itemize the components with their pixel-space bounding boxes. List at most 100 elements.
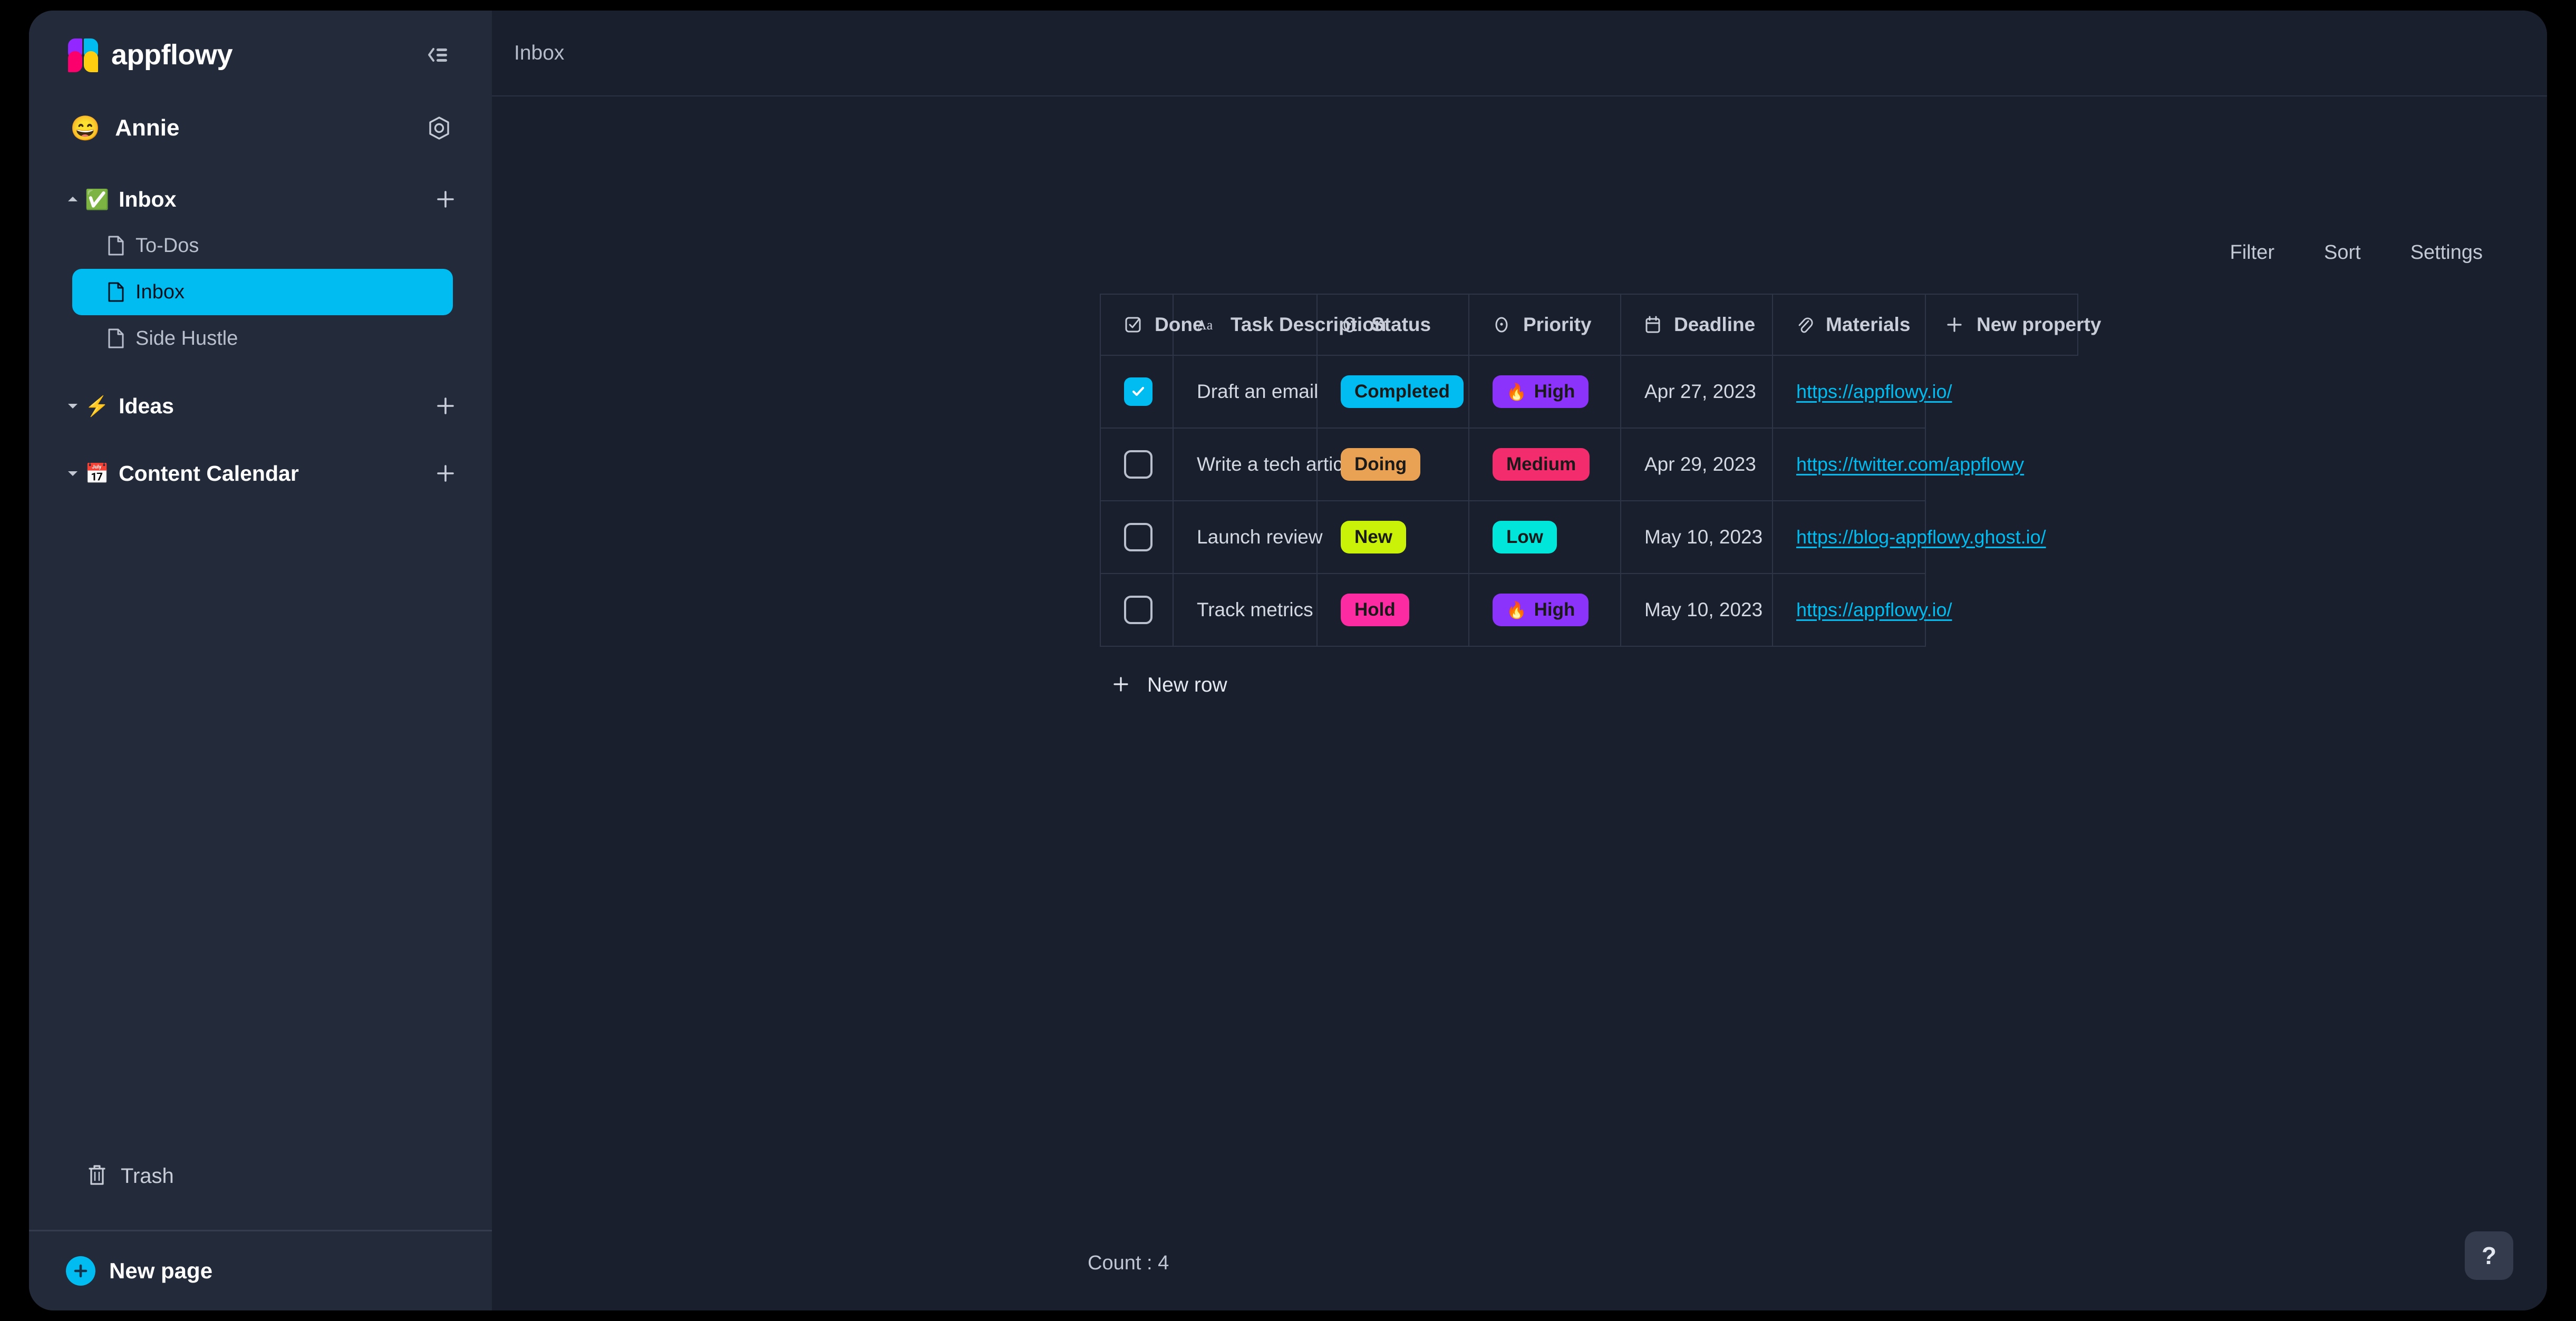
cell-done[interactable]: [1100, 574, 1174, 647]
cell-done[interactable]: [1100, 429, 1174, 501]
sidebar-item-inbox[interactable]: Inbox: [72, 269, 453, 315]
status-badge-label: Hold: [1354, 599, 1396, 620]
sidebar-item-label: Side Hustle: [135, 327, 238, 350]
group-emoji: ✅: [85, 190, 109, 209]
checkbox-unchecked-icon[interactable]: [1124, 523, 1153, 551]
table-row[interactable]: Launch review New Low May 10, 2023: [1100, 501, 2078, 574]
deadline-text: Apr 29, 2023: [1644, 453, 1756, 475]
chevron-down-icon[interactable]: [61, 401, 85, 411]
fire-icon: 🔥: [1506, 602, 1527, 618]
deadline-text: May 10, 2023: [1644, 526, 1762, 548]
single-select-icon: [1341, 316, 1359, 334]
help-button[interactable]: ?: [2465, 1231, 2513, 1280]
text-aa-icon: Aa: [1197, 317, 1218, 333]
cell-materials[interactable]: https://twitter.com/appflowy: [1773, 429, 1926, 501]
chevron-up-icon[interactable]: [61, 195, 85, 204]
cell-materials[interactable]: https://blog-appflowy.ghost.io/: [1773, 501, 1926, 574]
column-header-priority[interactable]: Priority: [1469, 294, 1621, 356]
checkbox-unchecked-icon[interactable]: [1124, 596, 1153, 624]
sidebar-nav: ✅ Inbox To-Dos: [29, 157, 492, 1148]
cell-deadline[interactable]: May 10, 2023: [1621, 501, 1773, 574]
new-property-button[interactable]: New property: [1926, 294, 2078, 356]
spacer: [29, 362, 492, 383]
calendar-icon: [1644, 315, 1661, 334]
sidebar-header: appflowy: [29, 11, 492, 99]
table-row[interactable]: Track metrics Hold 🔥 High M: [1100, 574, 2078, 647]
material-link[interactable]: https://twitter.com/appflowy: [1796, 453, 2024, 475]
group-label: Ideas: [119, 394, 431, 419]
cell-deadline[interactable]: Apr 27, 2023: [1621, 356, 1773, 429]
deadline-text: Apr 27, 2023: [1644, 381, 1756, 403]
column-header-materials[interactable]: Materials: [1773, 294, 1926, 356]
cell-deadline[interactable]: May 10, 2023: [1621, 574, 1773, 647]
status-badge-label: Doing: [1354, 454, 1407, 475]
sidebar-group-inbox[interactable]: ✅ Inbox: [29, 176, 492, 222]
material-link[interactable]: https://blog-appflowy.ghost.io/: [1796, 526, 2046, 548]
cell-done[interactable]: [1100, 356, 1174, 429]
cell-task-description[interactable]: Write a tech article: [1174, 429, 1318, 501]
grid-table: Done Aa Task Description: [1100, 294, 2078, 647]
add-page-icon[interactable]: [431, 184, 460, 214]
column-header-task-description[interactable]: Aa Task Description: [1174, 294, 1318, 356]
checkbox-checked-icon[interactable]: [1124, 377, 1153, 406]
sort-button[interactable]: Sort: [2324, 241, 2361, 264]
gear-icon[interactable]: [424, 113, 454, 143]
svg-text:Aa: Aa: [1197, 317, 1213, 333]
column-header-deadline[interactable]: Deadline: [1621, 294, 1773, 356]
cell-task-description[interactable]: Launch review: [1174, 501, 1318, 574]
cell-priority[interactable]: Low: [1469, 501, 1621, 574]
appflowy-logo-icon: [67, 38, 100, 71]
cell-status[interactable]: Hold: [1318, 574, 1469, 647]
column-header-done[interactable]: Done: [1100, 294, 1174, 356]
plus-icon: [1945, 315, 1964, 334]
column-header-status[interactable]: Status: [1318, 294, 1469, 356]
cell-task-description[interactable]: Track metrics: [1174, 574, 1318, 647]
settings-button[interactable]: Settings: [2410, 241, 2483, 264]
cell-done[interactable]: [1100, 501, 1174, 574]
breadcrumb[interactable]: Inbox: [514, 42, 564, 65]
grid-view: Filter Sort Settings Done: [492, 96, 2547, 1310]
checkbox-icon: [1124, 316, 1142, 334]
sidebar-group-ideas[interactable]: ⚡ Ideas: [29, 383, 492, 429]
filter-button[interactable]: Filter: [2230, 241, 2274, 264]
sidebar-item-trash[interactable]: Trash: [29, 1148, 492, 1205]
cell-status[interactable]: Doing: [1318, 429, 1469, 501]
new-page-button[interactable]: New page: [29, 1231, 492, 1310]
column-header-label: Status: [1371, 314, 1431, 336]
material-link[interactable]: https://appflowy.io/: [1796, 381, 1952, 403]
new-row-button[interactable]: New row: [1100, 668, 1240, 702]
sidebar-item-to-dos[interactable]: To-Dos: [72, 222, 453, 269]
table-row[interactable]: Draft an email Completed 🔥 High: [1100, 356, 2078, 429]
sidebar-item-side-hustle[interactable]: Side Hustle: [72, 315, 453, 362]
checkbox-unchecked-icon[interactable]: [1124, 450, 1153, 479]
priority-badge: 🔥 High: [1493, 375, 1589, 408]
cell-priority[interactable]: 🔥 High: [1469, 574, 1621, 647]
add-page-icon[interactable]: [431, 459, 460, 488]
cell-priority[interactable]: 🔥 High: [1469, 356, 1621, 429]
priority-badge: Low: [1493, 521, 1557, 553]
cell-priority[interactable]: Medium: [1469, 429, 1621, 501]
status-badge: Completed: [1341, 375, 1464, 408]
cell-status[interactable]: Completed: [1318, 356, 1469, 429]
status-badge-label: Completed: [1354, 381, 1450, 402]
cell-status[interactable]: New: [1318, 501, 1469, 574]
grid-toolbar: Filter Sort Settings: [2230, 241, 2483, 264]
cell-materials[interactable]: https://appflowy.io/: [1773, 574, 1926, 647]
group-label: Inbox: [119, 187, 431, 212]
user-row[interactable]: 😄 Annie: [29, 99, 492, 157]
cell-deadline[interactable]: Apr 29, 2023: [1621, 429, 1773, 501]
collapse-sidebar-icon[interactable]: [420, 38, 454, 72]
row-count: Count : 4: [1088, 1252, 1169, 1275]
table-row[interactable]: Write a tech article Doing Medium Apr 29…: [1100, 429, 2078, 501]
sidebar-group-content-calendar[interactable]: 📅 Content Calendar: [29, 450, 492, 497]
cell-materials[interactable]: https://appflowy.io/: [1773, 356, 1926, 429]
chevron-down-icon[interactable]: [61, 469, 85, 478]
trash-label: Trash: [121, 1164, 174, 1188]
grid-header-row: Done Aa Task Description: [1100, 294, 2078, 356]
deadline-text: May 10, 2023: [1644, 599, 1762, 621]
document-icon: [107, 281, 125, 303]
material-link[interactable]: https://appflowy.io/: [1796, 599, 1952, 621]
cell-task-description[interactable]: Draft an email: [1174, 356, 1318, 429]
add-page-icon[interactable]: [431, 391, 460, 421]
document-icon: [107, 328, 125, 349]
